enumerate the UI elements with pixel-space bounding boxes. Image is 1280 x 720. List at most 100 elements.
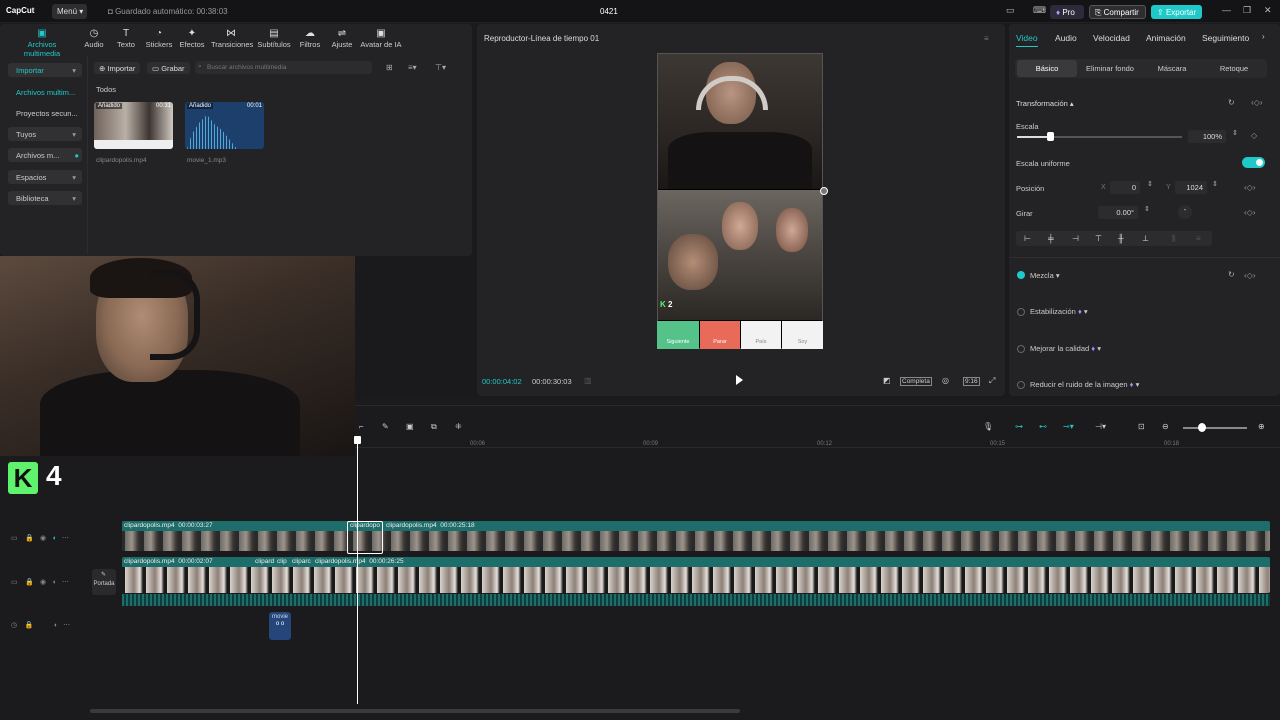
media-search-input[interactable]: ⌕ Buscar archivos multimedia [195,61,372,74]
lock-icon[interactable]: 🔒 [25,622,34,629]
stepper-icon[interactable]: ⇕ [1232,129,1238,137]
stabilize-heading[interactable]: Estabilización ♦ ▾ [1030,307,1088,316]
keyframe-icon[interactable]: ◇ [1251,131,1257,140]
caption-icon[interactable]: ⊡ [1138,422,1145,431]
zoom-slider-track[interactable] [1183,427,1247,429]
fullscreen-icon[interactable]: ⤢ [989,376,995,386]
quality-selector[interactable]: Completa [900,377,932,386]
more-icon[interactable]: ⋯ [62,535,69,542]
more-tools-icon[interactable]: ⁜ [455,422,462,431]
snapshot-icon[interactable]: ◎ [942,376,949,385]
snap-icon[interactable]: ⊸▾ [1063,422,1074,431]
track-type-icon[interactable]: ▭ [11,579,18,586]
sidebar-item-secondary-projects[interactable]: Proyectos secun... [8,106,82,120]
video-track-1[interactable]: clipardopolis.mp4 00:00:03:27 clipardopo… [122,521,1270,551]
ratio-selector[interactable]: 9:16 [963,377,980,386]
preview-axis-icon[interactable]: ⊣▾ [1095,422,1106,431]
more-icon[interactable]: ⋯ [62,579,69,586]
scale-slider-knob[interactable] [1047,132,1054,141]
resize-handle[interactable] [820,187,828,195]
tool-transitions[interactable]: ⋈ Transiciones [211,28,253,49]
align-center-v-icon[interactable]: ╫ [1118,234,1124,243]
reset-icon[interactable]: ↻ [1228,98,1235,107]
tool-media[interactable]: ▣ Archivos multimedia [22,28,62,58]
chevron-right-icon[interactable]: › [1262,32,1265,41]
stepper-icon[interactable]: ⇕ [1147,180,1153,188]
grid-view-icon[interactable]: ⊞ [386,63,393,72]
transform-heading[interactable]: Transformación ▴ [1016,99,1074,108]
close-icon[interactable]: ✕ [1264,5,1272,16]
playhead-handle[interactable] [354,436,361,444]
rotate-input[interactable]: 0.00° [1098,206,1138,219]
export-button[interactable]: ⇪ Exportar [1151,5,1202,19]
pro-button[interactable]: ♦ Pro [1050,5,1084,19]
record-button[interactable]: ▭ Grabar [147,62,190,74]
cover-button[interactable]: ✎ Portada [92,569,116,595]
uniform-scale-toggle[interactable] [1242,157,1265,168]
zoom-slider-knob[interactable] [1198,423,1206,432]
align-center-h-icon[interactable]: ╪ [1048,234,1054,243]
stabilize-checkbox[interactable] [1017,308,1025,316]
selected-clip[interactable] [347,521,383,554]
scale-input[interactable]: 100% [1188,130,1226,143]
zoom-out-icon[interactable]: ⊖ [1162,422,1169,431]
maximize-icon[interactable]: ❐ [1243,5,1251,16]
timeline-scrollbar[interactable] [90,709,740,713]
sidebar-item-import[interactable]: Importar ▾ [8,63,82,77]
lock-icon[interactable]: 🔒 [25,535,34,542]
tab-speed[interactable]: Velocidad [1093,33,1130,43]
track-type-icon[interactable]: ▭ [11,535,18,542]
audio-mute-icon[interactable]: ◖ [52,535,56,542]
more-icon[interactable]: ⋯ [63,622,70,629]
share-button[interactable]: ⎘ Compartir [1089,5,1146,19]
tab-audio[interactable]: Audio [1055,33,1077,43]
align-bottom-icon[interactable]: ⊥ [1142,234,1149,243]
speaker-icon[interactable]: ◖ [53,622,57,629]
align-top-icon[interactable]: ⊤ [1095,234,1102,243]
sidebar-item-library[interactable]: Biblioteca ▾ [8,191,82,205]
sidebar-item-media-files[interactable]: Archivos multim... [8,85,82,99]
sort-icon[interactable]: ≡▾ [408,63,417,72]
align-left-icon[interactable]: ⊢ [1024,234,1031,243]
noise-heading[interactable]: Reducir el ruido de la imagen ♦ ▾ [1030,380,1139,389]
lock-icon[interactable]: 🔒 [25,579,34,586]
minimize-icon[interactable]: — [1222,5,1231,15]
reset-icon[interactable]: ↻ [1228,270,1235,279]
tab-animation[interactable]: Animación [1146,33,1186,43]
subtab-mask[interactable]: Máscara [1143,60,1201,77]
import-button[interactable]: ⊕ Importar [94,62,141,74]
audio-clip[interactable]: movie o o [269,612,291,640]
stepper-icon[interactable]: ⇕ [1212,180,1218,188]
speaker-icon[interactable]: ◖ [52,579,56,586]
split-icon[interactable]: ⌐ [359,422,364,431]
blend-checkbox[interactable] [1017,271,1025,279]
position-y-input[interactable]: 1024 [1175,181,1207,194]
align-right-icon[interactable]: ⊣ [1072,234,1079,243]
hamburger-icon[interactable]: ≡ [984,34,989,43]
video-track-2[interactable]: clipardopolis.mp4 00:00:02:07 clipard cl… [122,557,1270,593]
eye-icon[interactable]: ◉ [40,579,46,586]
playhead[interactable] [357,438,358,704]
zoom-in-icon[interactable]: ⊕ [1258,422,1265,431]
layout-icon[interactable]: ▭ [1006,5,1015,16]
link-icon[interactable]: ⊷ [1039,422,1047,431]
sidebar-item-media-m[interactable]: Archivos m... ● [8,148,82,162]
microphone-icon[interactable]: 🎙 [983,422,993,431]
audio-track-icon[interactable]: ◷ [11,622,17,629]
play-button[interactable] [736,375,743,385]
tool-adjust[interactable]: ⇌ Ajuste [322,28,362,49]
sidebar-item-spaces[interactable]: Espacios ▾ [8,170,82,184]
edit-icon[interactable]: ◩ [883,376,891,385]
media-thumb-video[interactable]: Añadido 00:31 [94,102,173,149]
tool-effects[interactable]: ✦ Efectos [172,28,212,49]
sidebar-item-yours[interactable]: Tuyos ▾ [8,127,82,141]
tool-subtitles[interactable]: ▤ Subtítulos [254,28,294,49]
magnet-icon[interactable]: ⊶ [1015,422,1023,431]
noise-checkbox[interactable] [1017,381,1025,389]
project-title[interactable]: 0421 [600,7,618,16]
menu-button[interactable]: Menú ▾ [52,4,87,19]
preview-top-video[interactable] [658,54,822,189]
tab-video[interactable]: Video [1016,33,1038,43]
quality-checkbox[interactable] [1017,345,1025,353]
subtab-basic[interactable]: Básico [1017,60,1077,77]
